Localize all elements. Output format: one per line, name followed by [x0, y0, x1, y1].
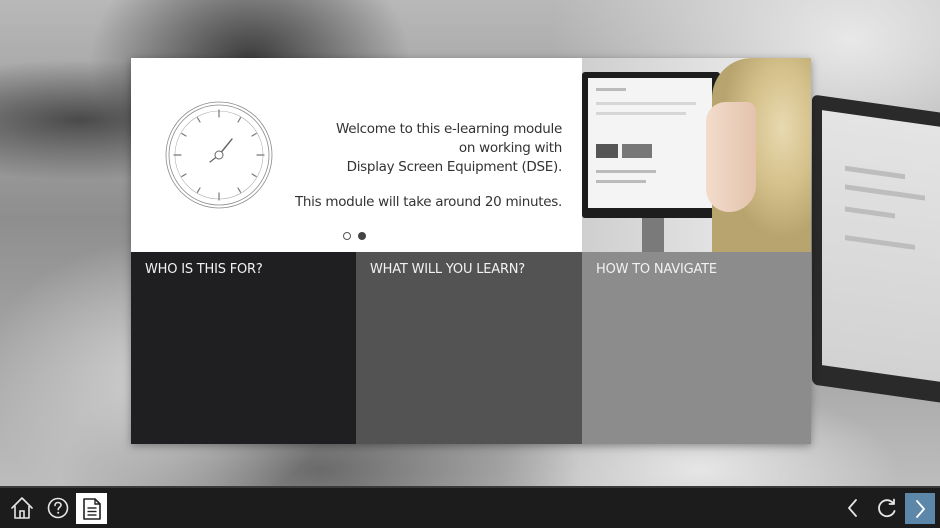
tile-title: WHO IS THIS FOR? — [145, 262, 263, 277]
slide-dot-1[interactable] — [343, 232, 351, 240]
welcome-line: on working with — [458, 140, 562, 156]
welcome-line: Display Screen Equipment (DSE). — [346, 159, 563, 175]
home-button[interactable] — [7, 493, 37, 523]
tile-what-will-you-learn[interactable]: WHAT WILL YOU LEARN? — [356, 252, 582, 444]
reload-icon — [878, 498, 896, 518]
home-icon — [11, 497, 33, 519]
notes-button[interactable] — [76, 493, 107, 524]
slide-dot-2[interactable] — [358, 232, 366, 240]
welcome-message: Welcome to this e-learning module on wor… — [262, 120, 562, 177]
help-icon — [47, 497, 69, 519]
tile-how-to-navigate[interactable]: HOW TO NAVIGATE — [582, 252, 811, 444]
duration-text: This module will take around 20 minutes. — [294, 194, 562, 210]
woman-at-screen-photo — [582, 58, 811, 252]
next-icon — [916, 499, 925, 518]
help-button[interactable] — [43, 493, 73, 523]
tile-title: HOW TO NAVIGATE — [596, 262, 717, 277]
welcome-panel: Welcome to this e-learning module on wor… — [131, 58, 582, 252]
clock-icon — [165, 101, 273, 209]
slider-pagination — [343, 232, 366, 240]
back-icon — [848, 499, 857, 517]
tile-who-is-this-for[interactable]: WHO IS THIS FOR? — [131, 252, 356, 444]
footer-toolbar — [0, 486, 940, 528]
next-button[interactable] — [905, 493, 935, 524]
notes-icon — [82, 497, 101, 520]
tile-title: WHAT WILL YOU LEARN? — [370, 262, 526, 277]
welcome-line: Welcome to this e-learning module — [335, 121, 562, 137]
back-button[interactable] — [838, 493, 868, 523]
intro-card: Welcome to this e-learning module on wor… — [131, 58, 811, 444]
reload-button[interactable] — [872, 493, 902, 523]
